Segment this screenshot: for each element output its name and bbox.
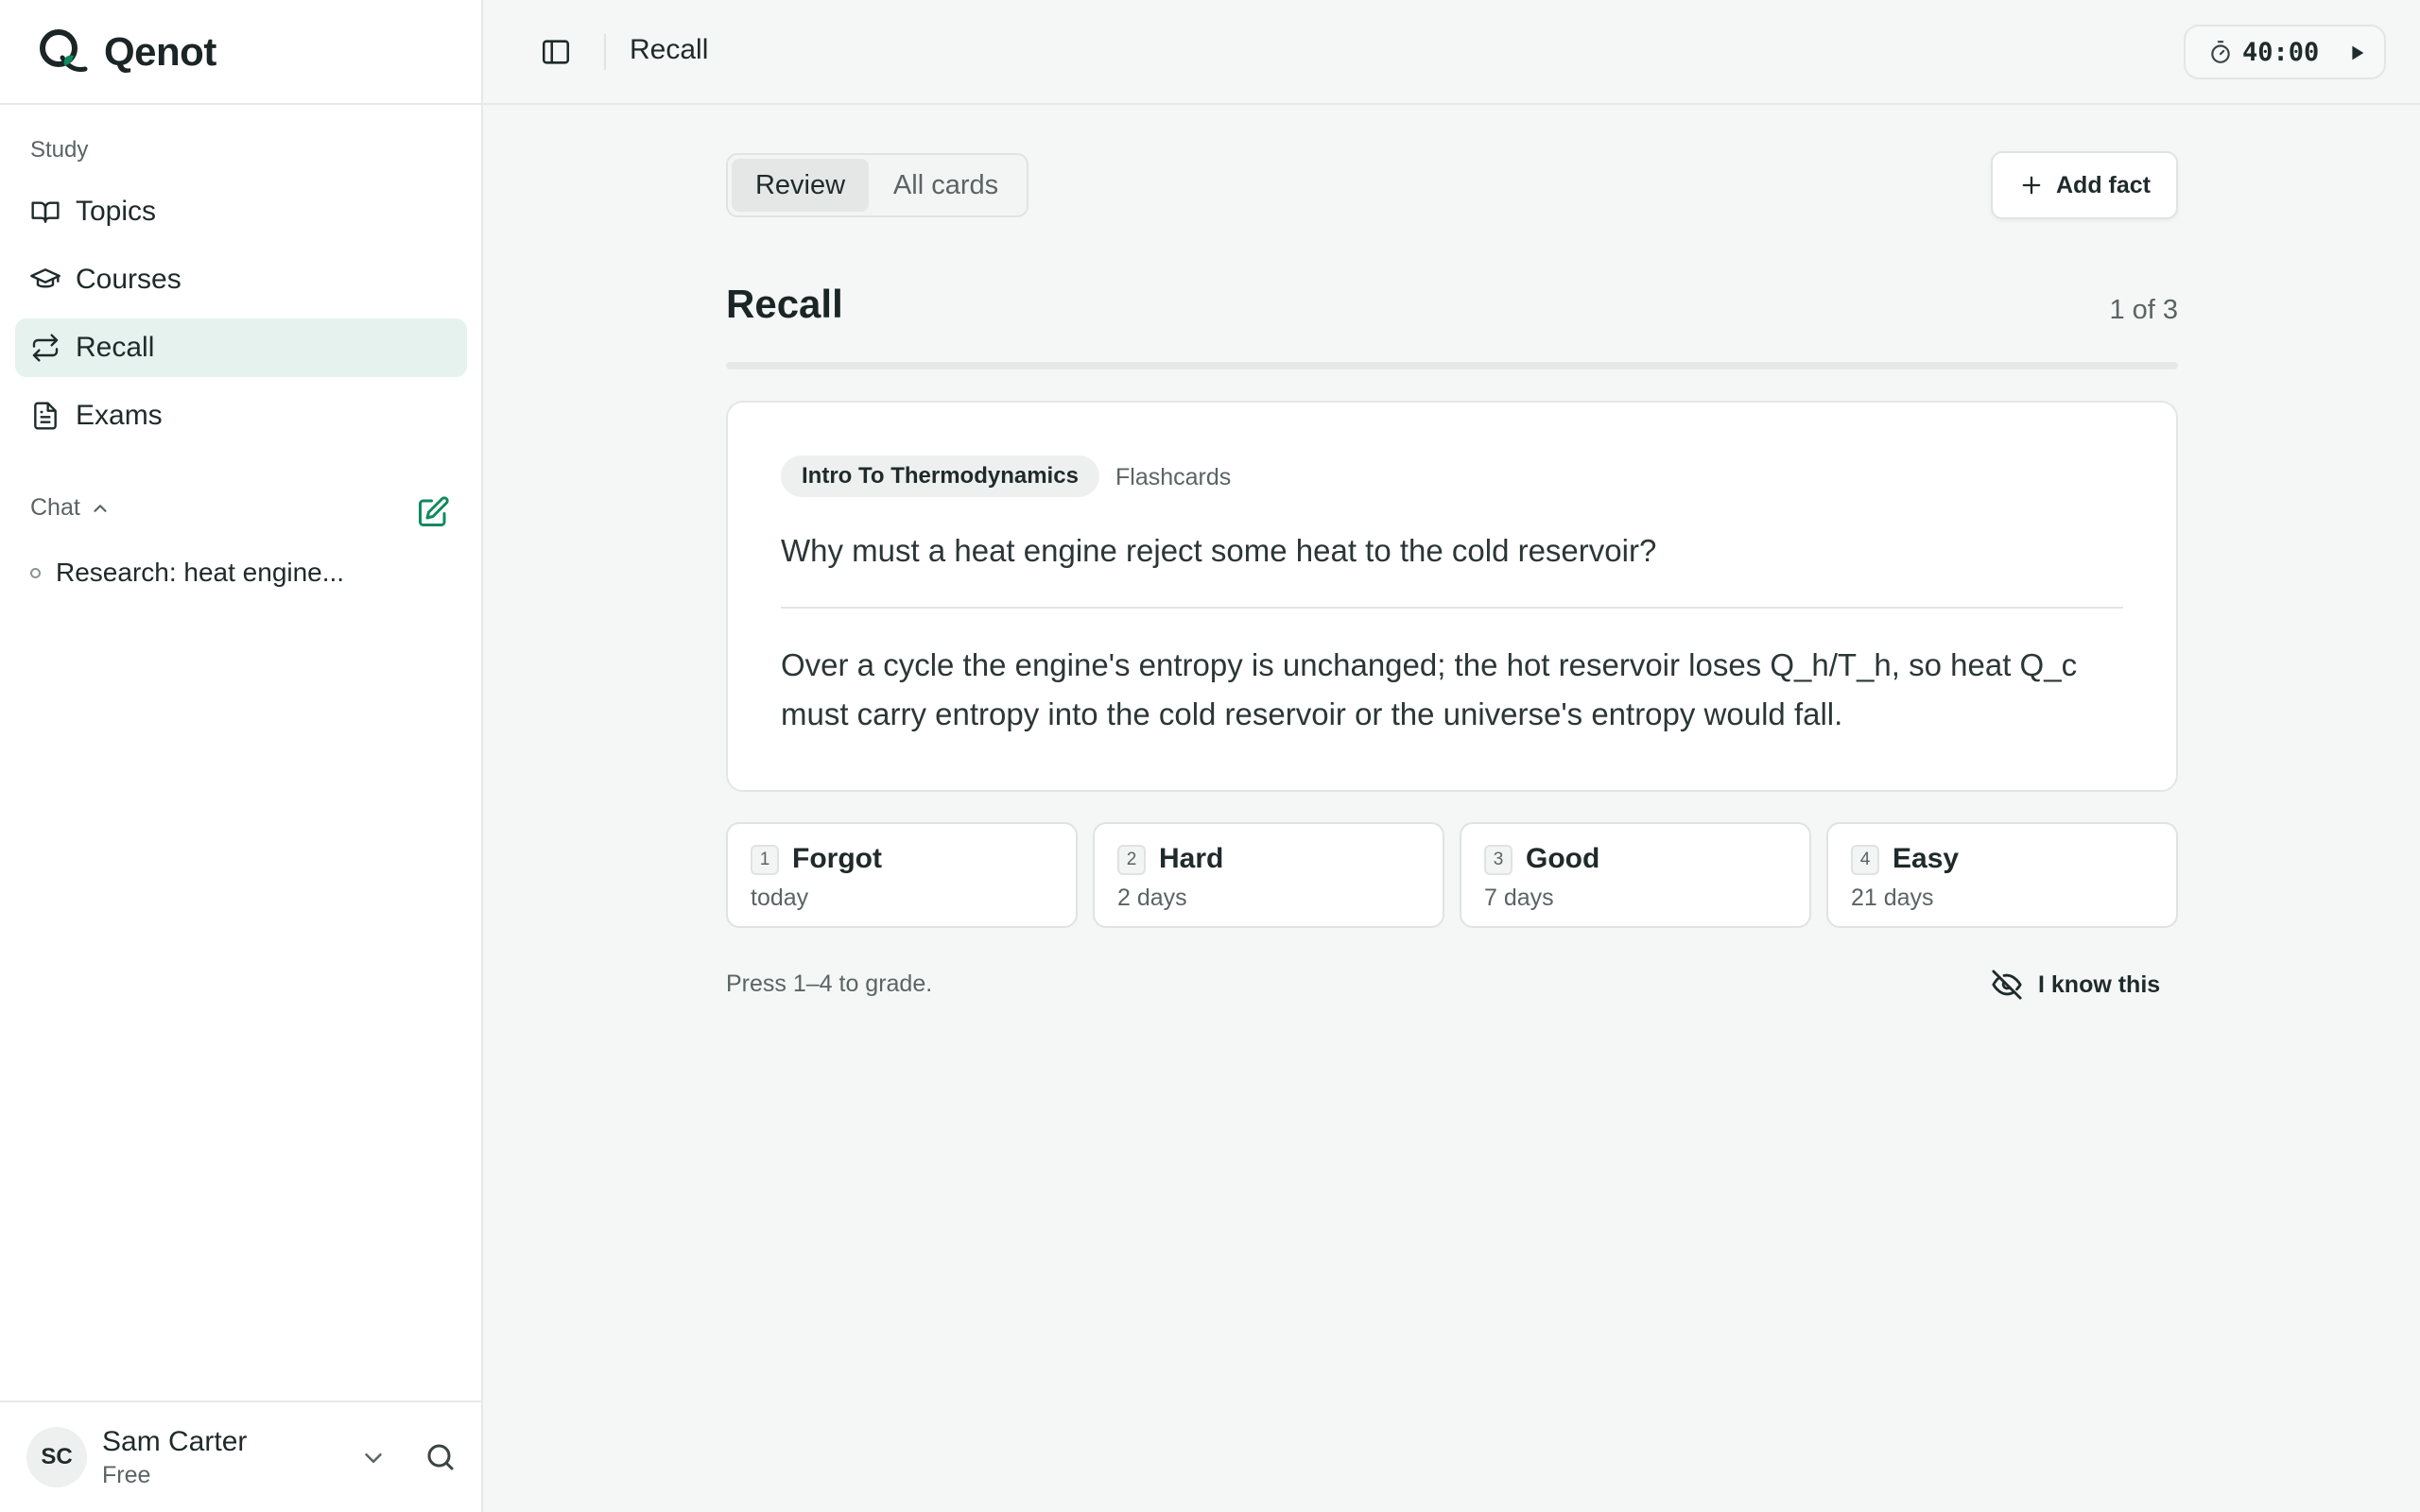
- chat-title: Research: heat engine...: [56, 558, 345, 587]
- sidebar: Qenot Study Topics Courses Recall Exams …: [0, 0, 483, 1512]
- card-question: Why must a heat engine reject some heat …: [781, 533, 1657, 568]
- study-section-label: Study: [30, 137, 89, 163]
- avatar: SC: [26, 1427, 87, 1487]
- card-divider: [781, 607, 2123, 609]
- shortcut-key: 4: [1851, 845, 1879, 875]
- sidebar-item-exams[interactable]: Exams: [15, 387, 467, 445]
- tab-all-cards[interactable]: All cards: [869, 159, 1023, 212]
- i-know-this-button[interactable]: I know this: [1991, 964, 2160, 1005]
- play-icon[interactable]: [2346, 43, 2367, 63]
- eye-off-icon: [1992, 970, 2022, 1000]
- chat-list-item[interactable]: Research: heat engine...: [30, 558, 344, 588]
- book-icon: [31, 201, 60, 223]
- tab-review[interactable]: Review: [732, 159, 870, 212]
- repeat-icon: [32, 334, 59, 362]
- plus-icon: [2022, 176, 2041, 195]
- i-know-this-label: I know this: [2038, 971, 2161, 998]
- shortcut-key: 2: [1117, 845, 1146, 875]
- sidebar-item-courses[interactable]: Courses: [15, 250, 467, 309]
- progress-bar: [726, 362, 2178, 369]
- grade-interval: 2 days: [1117, 885, 1187, 911]
- chat-status-dot: [30, 567, 41, 578]
- chevron-up-icon: [94, 504, 107, 512]
- sidebar-item-topics[interactable]: Topics: [15, 182, 467, 241]
- user-name: Sam Carter: [102, 1425, 248, 1457]
- app-name: Qenot: [104, 28, 216, 74]
- flashcard: Intro To Thermodynamics Flashcards Why m…: [726, 401, 2178, 792]
- brand[interactable]: Qenot: [0, 0, 481, 105]
- grade-hard-button[interactable]: 2 Hard 2 days: [1093, 822, 1444, 928]
- grade-interval: 7 days: [1484, 885, 1554, 911]
- sidebar-item-label: Courses: [76, 264, 182, 295]
- sidebar-toggle-icon[interactable]: [540, 36, 572, 68]
- breadcrumb-divider: [604, 34, 606, 70]
- stopwatch-icon: [2211, 41, 2230, 63]
- chevron-down-icon[interactable]: [359, 1444, 388, 1472]
- new-chat-icon[interactable]: [416, 495, 450, 529]
- study-timer[interactable]: 40:00: [2184, 25, 2386, 79]
- chat-section-toggle[interactable]: Chat: [30, 494, 111, 522]
- sidebar-item-recall[interactable]: Recall: [15, 318, 467, 377]
- card-kind-label: Flashcards: [1115, 464, 1232, 490]
- page-title: Recall: [726, 282, 843, 326]
- card-answer: Over a cycle the engine's entropy is unc…: [781, 647, 2078, 731]
- sidebar-item-label: Recall: [76, 332, 155, 363]
- timer-value: 40:00: [2242, 37, 2320, 67]
- add-fact-button[interactable]: Add fact: [1991, 151, 2178, 219]
- topic-badge[interactable]: Intro To Thermodynamics: [781, 455, 1099, 497]
- view-tabs: Review All cards: [726, 153, 1028, 217]
- user-bar[interactable]: SC Sam Carter Free: [0, 1400, 481, 1512]
- user-plan: Free: [102, 1461, 151, 1488]
- grade-label: Good: [1526, 843, 1600, 874]
- shortcut-key: 3: [1484, 845, 1512, 875]
- qenot-logo-icon: [40, 28, 88, 72]
- grade-forgot-button[interactable]: 1 Forgot today: [726, 822, 1078, 928]
- breadcrumb: Recall: [630, 34, 709, 65]
- grade-label: Easy: [1893, 843, 1960, 874]
- sidebar-item-label: Topics: [76, 196, 157, 227]
- grade-interval: 21 days: [1851, 885, 1934, 911]
- chat-section-label: Chat: [30, 494, 80, 521]
- graduation-cap-icon: [30, 268, 60, 288]
- grading-hint: Press 1–4 to grade.: [726, 971, 933, 997]
- grade-easy-button[interactable]: 4 Easy 21 days: [1826, 822, 2178, 928]
- sidebar-item-label: Exams: [76, 400, 163, 431]
- top-bar: Recall 40:00: [483, 0, 2420, 105]
- progress-counter: 1 of 3: [2109, 295, 2178, 325]
- shortcut-key: 1: [751, 845, 779, 875]
- document-icon: [34, 402, 57, 430]
- grade-label: Forgot: [792, 843, 882, 874]
- grade-good-button[interactable]: 3 Good 7 days: [1460, 822, 1811, 928]
- grade-interval: today: [751, 885, 809, 911]
- add-fact-label: Add fact: [2056, 171, 2151, 198]
- search-icon[interactable]: [424, 1440, 458, 1474]
- grade-label: Hard: [1159, 843, 1224, 874]
